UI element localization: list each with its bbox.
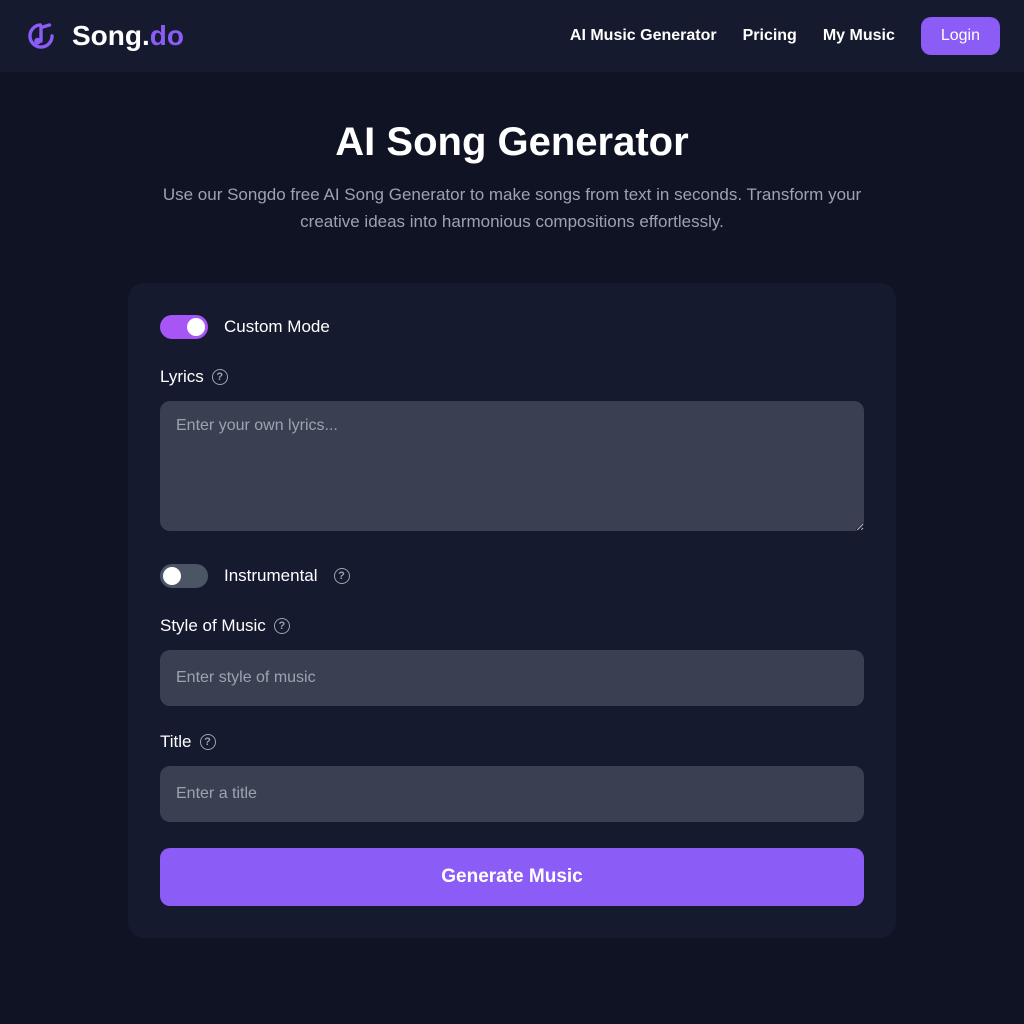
nav-link-generator[interactable]: AI Music Generator: [570, 27, 717, 45]
nav: AI Music Generator Pricing My Music Logi…: [570, 17, 1000, 55]
logo[interactable]: Song.do: [24, 19, 184, 53]
generator-card: Custom Mode Lyrics ? Instrumental ? Styl…: [128, 283, 896, 938]
custom-mode-label: Custom Mode: [224, 317, 330, 337]
help-icon[interactable]: ?: [334, 568, 350, 584]
instrumental-label: Instrumental: [224, 566, 318, 586]
music-note-icon: [24, 19, 58, 53]
lyrics-label: Lyrics ?: [160, 367, 864, 387]
style-label: Style of Music ?: [160, 616, 864, 636]
help-icon[interactable]: ?: [212, 369, 228, 385]
custom-mode-toggle[interactable]: [160, 315, 208, 339]
title-label: Title ?: [160, 732, 864, 752]
login-button[interactable]: Login: [921, 17, 1000, 55]
help-icon[interactable]: ?: [200, 734, 216, 750]
hero: AI Song Generator Use our Songdo free AI…: [0, 72, 1024, 267]
page-subtitle: Use our Songdo free AI Song Generator to…: [132, 181, 892, 235]
header: Song.do AI Music Generator Pricing My Mu…: [0, 0, 1024, 72]
lyrics-input[interactable]: [160, 401, 864, 531]
custom-mode-row: Custom Mode: [160, 315, 864, 339]
instrumental-toggle[interactable]: [160, 564, 208, 588]
instrumental-row: Instrumental ?: [160, 564, 864, 588]
nav-link-pricing[interactable]: Pricing: [743, 27, 797, 45]
generate-button[interactable]: Generate Music: [160, 848, 864, 906]
nav-link-mymusic[interactable]: My Music: [823, 27, 895, 45]
title-input[interactable]: [160, 766, 864, 822]
logo-text: Song.do: [72, 20, 184, 52]
style-input[interactable]: [160, 650, 864, 706]
page-title: AI Song Generator: [20, 120, 1004, 165]
help-icon[interactable]: ?: [274, 618, 290, 634]
